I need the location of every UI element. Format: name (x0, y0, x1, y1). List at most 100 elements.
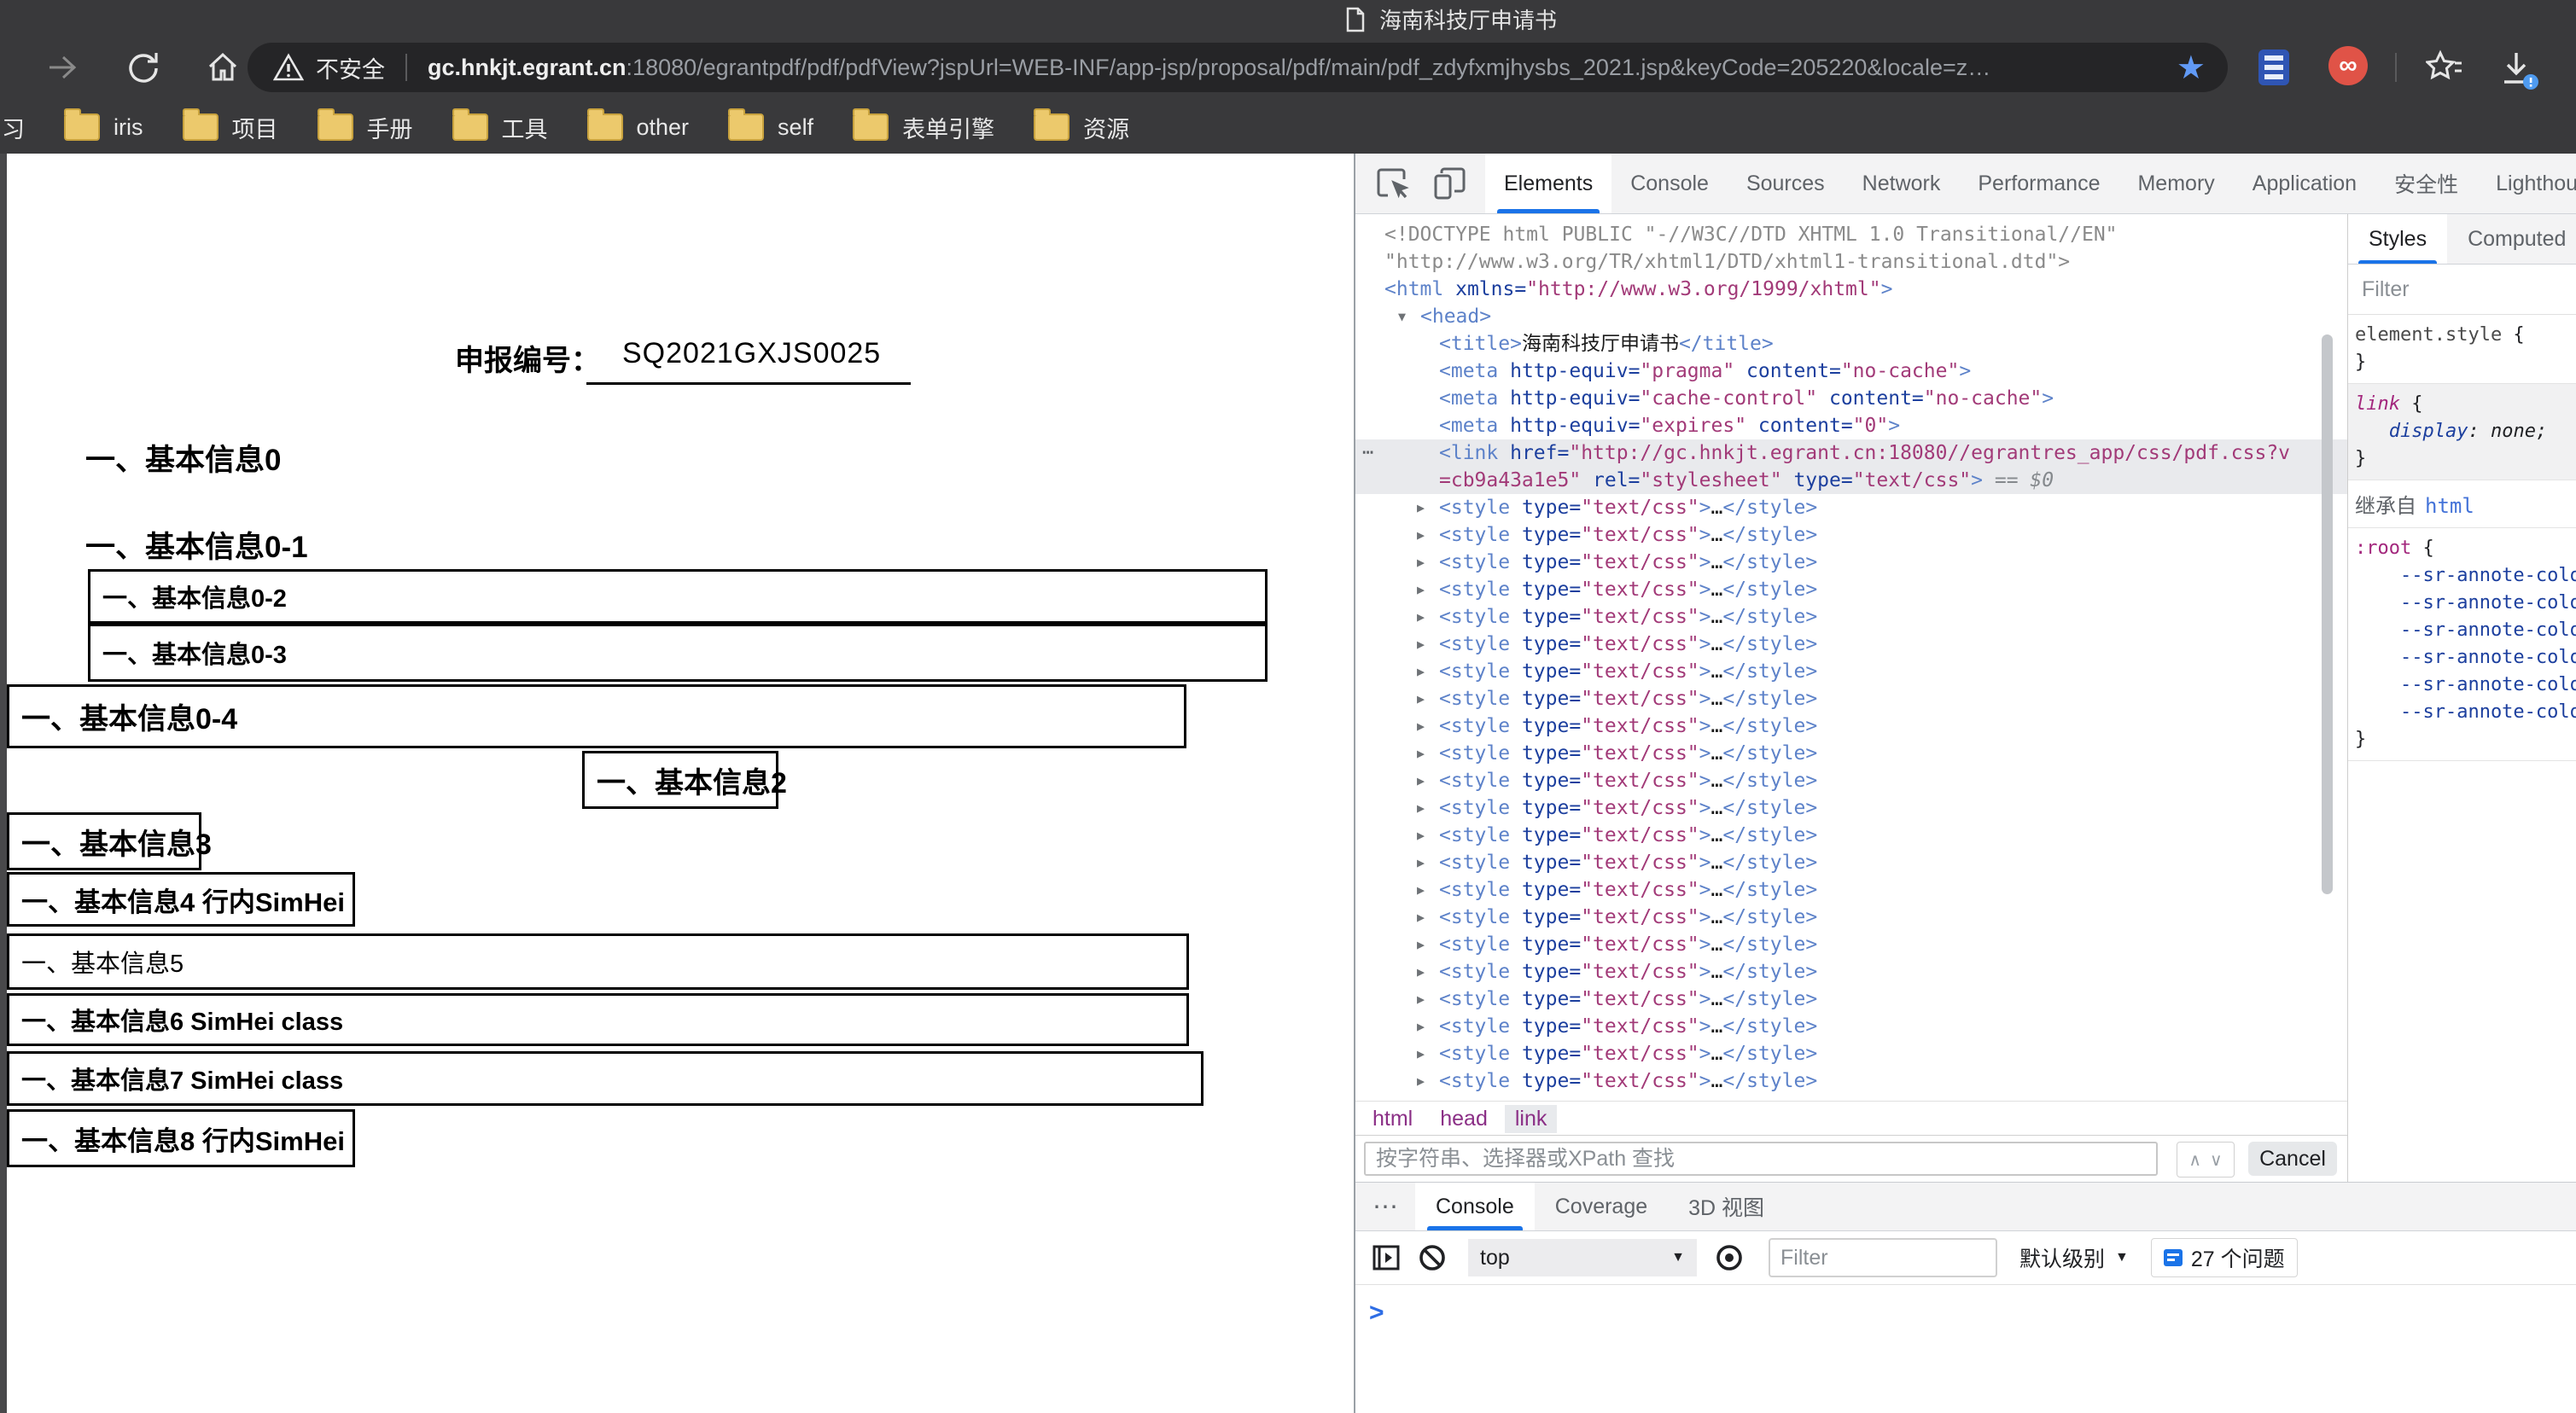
device-toolbar-icon[interactable] (1431, 165, 1468, 202)
styles-filter-input[interactable] (2360, 276, 2551, 303)
bookmark-folder[interactable]: 项目 (183, 111, 278, 144)
devtools-tab-lighthouse[interactable]: Lighthouse (2477, 154, 2576, 213)
devtools-tab-memory[interactable]: Memory (2118, 154, 2233, 213)
code-line[interactable]: ▶<style type="text/css">…</style> (1355, 849, 2347, 876)
tab-computed[interactable]: Computed (2447, 214, 2576, 264)
extension-infinity-icon[interactable]: ∞ (2328, 46, 2368, 85)
download-icon[interactable] (2496, 48, 2540, 90)
expand-arrow-closed-icon[interactable]: ▶ (1417, 958, 1425, 986)
search-cancel-button[interactable]: Cancel (2248, 1142, 2337, 1176)
expand-arrow-closed-icon[interactable]: ▶ (1417, 1040, 1425, 1067)
code-line[interactable]: ▶<style type="text/css">…</style> (1355, 576, 2347, 603)
code-line[interactable]: "http://www.w3.org/TR/xhtml1/DTD/xhtml1-… (1355, 248, 2347, 276)
code-line[interactable]: ▶<style type="text/css">…</style> (1355, 822, 2347, 849)
bookmark-folder[interactable]: other (587, 113, 690, 141)
console-prompt[interactable]: > (1369, 1299, 2576, 1328)
devtools-tab-network[interactable]: Network (1844, 154, 1960, 213)
devtools-tab-console[interactable]: Console (1611, 154, 1728, 213)
code-line[interactable]: ▶<style type="text/css">…</style> (1355, 904, 2347, 931)
console-filter-input[interactable] (1769, 1238, 1997, 1277)
home-icon[interactable] (205, 49, 241, 85)
forward-icon[interactable] (44, 49, 80, 85)
code-line[interactable]: ⋯<link href="http://gc.hnkjt.egrant.cn:1… (1355, 439, 2347, 467)
bookmark-star-icon[interactable]: ★ (2177, 49, 2206, 87)
code-line[interactable]: ▶<style type="text/css">…</style> (1355, 986, 2347, 1013)
expand-arrow-closed-icon[interactable]: ▶ (1417, 794, 1425, 822)
code-line[interactable]: <title>海南科技厅申请书</title> (1355, 330, 2347, 358)
css-variable-line[interactable]: --sr-annote-colo (2355, 647, 2576, 668)
expand-arrow-closed-icon[interactable]: ▶ (1417, 849, 1425, 876)
expand-arrow-closed-icon[interactable]: ▶ (1417, 876, 1425, 904)
expand-arrow-closed-icon[interactable]: ▶ (1417, 631, 1425, 658)
code-line[interactable]: ▶<style type="text/css">…</style> (1355, 1013, 2347, 1040)
bookmark-folder[interactable]: self (728, 113, 813, 141)
expand-arrow-closed-icon[interactable]: ▶ (1417, 521, 1425, 549)
devtools-tab-sources[interactable]: Sources (1728, 154, 1844, 213)
console-drawer-tab[interactable]: 3D 视图 (1668, 1183, 1785, 1230)
expand-arrow-closed-icon[interactable]: ▶ (1417, 1013, 1425, 1040)
expand-arrow-closed-icon[interactable]: ▶ (1417, 658, 1425, 685)
console-drawer-tab[interactable]: Coverage (1535, 1183, 1668, 1230)
console-drawer-tab[interactable]: Console (1415, 1183, 1535, 1230)
bookmark-folder[interactable]: 工具 (452, 111, 548, 144)
bookmark-folder-partial[interactable]: 习 (2, 111, 25, 144)
expand-arrow-closed-icon[interactable]: ▶ (1417, 822, 1425, 849)
console-levels-select[interactable]: 默认级别 ▼ (2019, 1242, 2129, 1273)
bookmark-folder[interactable]: iris (64, 113, 143, 141)
search-next-icon[interactable]: ∨ (2210, 1149, 2223, 1171)
code-line[interactable]: <html xmlns="http://www.w3.org/1999/xhtm… (1355, 276, 2347, 303)
expand-arrow-closed-icon[interactable]: ▶ (1417, 931, 1425, 958)
rule-element-style[interactable]: element.style { } (2348, 315, 2576, 384)
code-line[interactable]: ▶<style type="text/css">…</style> (1355, 931, 2347, 958)
dom-search-input[interactable] (1364, 1142, 2158, 1176)
address-bar[interactable]: 不安全 gc.hnkjt.egrant.cn :18080/egrantpdf/… (248, 43, 2228, 92)
live-expression-icon[interactable] (1712, 1241, 1746, 1275)
search-prev-icon[interactable]: ∧ (2188, 1149, 2201, 1171)
expand-arrow-closed-icon[interactable]: ▶ (1417, 576, 1425, 603)
inspect-element-icon[interactable] (1374, 165, 1412, 202)
code-line[interactable]: ▶<style type="text/css">…</style> (1355, 876, 2347, 904)
clear-console-icon[interactable] (1415, 1241, 1449, 1275)
css-variable-line[interactable]: --sr-annote-colo (2355, 701, 2576, 723)
rule-link[interactable]: link { display: none; } (2348, 384, 2576, 480)
bookmark-folder[interactable]: 表单引擎 (853, 111, 994, 144)
code-line[interactable]: <!DOCTYPE html PUBLIC "-//W3C//DTD XHTML… (1355, 221, 2347, 248)
rule-root[interactable]: :root { --sr-annote-colo --sr-annote-col… (2348, 528, 2576, 761)
code-line[interactable]: ▶<style type="text/css">…</style> (1355, 1040, 2347, 1067)
expand-arrow-closed-icon[interactable]: ▶ (1417, 685, 1425, 712)
breadcrumb-item[interactable]: link (1505, 1105, 1558, 1133)
security-label[interactable]: 不安全 (316, 51, 385, 84)
code-line[interactable]: ▶<style type="text/css">…</style> (1355, 1067, 2347, 1095)
code-line[interactable]: ▶<style type="text/css">…</style> (1355, 712, 2347, 740)
code-line[interactable]: <meta http-equiv="cache-control" content… (1355, 385, 2347, 412)
search-nav-buttons[interactable]: ∧ ∨ (2177, 1142, 2235, 1178)
expand-arrow-closed-icon[interactable]: ▶ (1417, 603, 1425, 631)
breadcrumb-item[interactable]: html (1362, 1105, 1423, 1133)
code-line[interactable]: ▶<style type="text/css">…</style> (1355, 685, 2347, 712)
code-line[interactable]: <meta http-equiv="pragma" content="no-ca… (1355, 358, 2347, 385)
code-line[interactable]: ▶<style type="text/css">…</style> (1355, 794, 2347, 822)
inherited-html-link[interactable]: html (2425, 494, 2474, 518)
issues-counter[interactable]: 27 个问题 (2151, 1238, 2298, 1277)
code-line[interactable]: ▶<style type="text/css">…</style> (1355, 958, 2347, 986)
insecure-warning-icon[interactable] (273, 53, 304, 82)
css-variable-line[interactable]: --sr-annote-colo (2355, 619, 2576, 641)
bookmark-folder[interactable]: 手册 (318, 111, 413, 144)
tab-styles[interactable]: Styles (2348, 214, 2447, 264)
code-line[interactable]: <meta http-equiv="expires" content="0"> (1355, 412, 2347, 439)
code-line[interactable]: ▶<style type="text/css">…</style> (1355, 521, 2347, 549)
expand-arrow-closed-icon[interactable]: ▶ (1417, 767, 1425, 794)
code-line[interactable]: ▶<style type="text/css">…</style> (1355, 549, 2347, 576)
collections-icon[interactable] (2426, 48, 2465, 87)
bookmark-folder[interactable]: 资源 (1034, 111, 1129, 144)
breadcrumb-item[interactable]: head (1430, 1105, 1498, 1133)
expand-arrow-closed-icon[interactable]: ▶ (1417, 740, 1425, 767)
expand-arrow-closed-icon[interactable]: ▶ (1417, 712, 1425, 740)
extension-icon[interactable] (2258, 49, 2289, 85)
expand-arrow-closed-icon[interactable]: ▶ (1417, 904, 1425, 931)
css-variable-line[interactable]: --sr-annote-colo (2355, 592, 2576, 613)
code-line[interactable]: ▼<head> (1355, 303, 2347, 330)
more-tabs-icon[interactable]: ⋯ (1373, 1192, 1400, 1222)
devtools-tab-application[interactable]: Application (2234, 154, 2375, 213)
code-line[interactable]: ▶<style type="text/css">…</style> (1355, 603, 2347, 631)
